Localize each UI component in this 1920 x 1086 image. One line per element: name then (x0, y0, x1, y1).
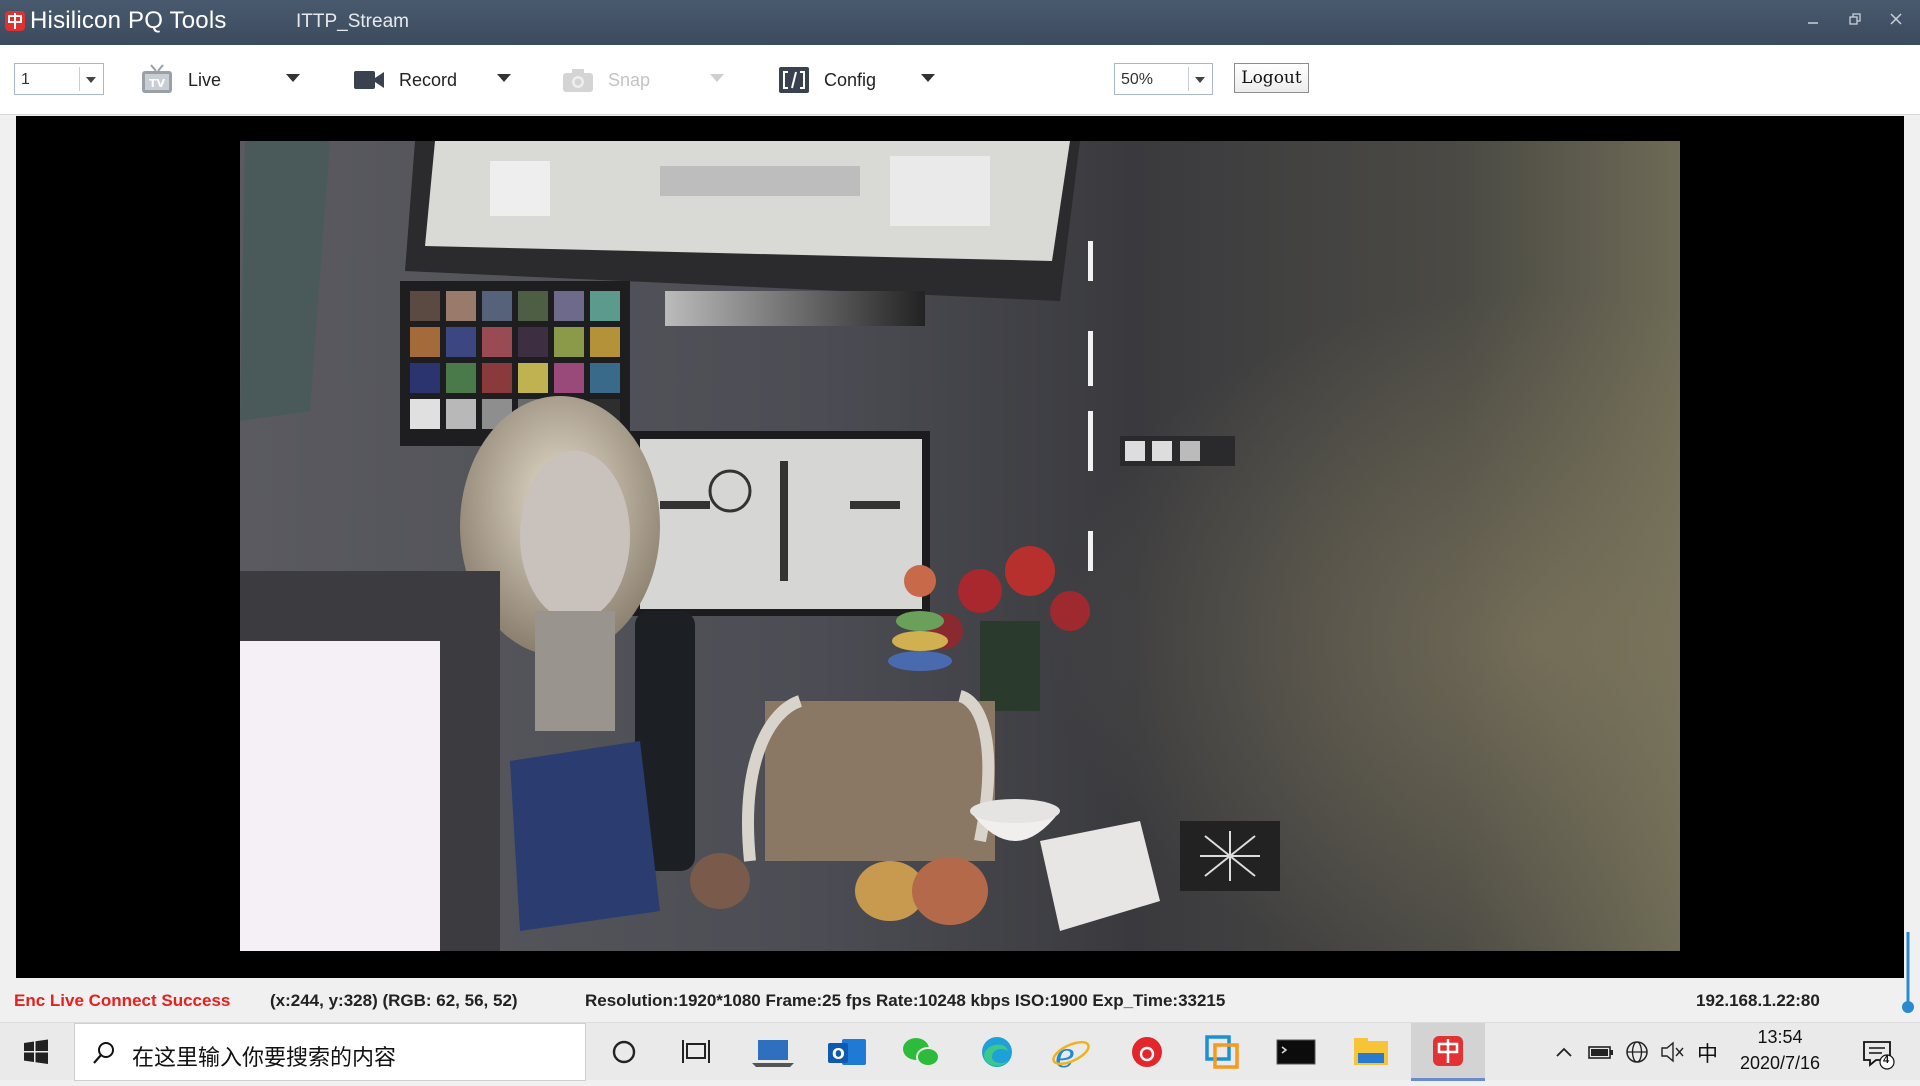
battery-icon[interactable] (1586, 1023, 1616, 1081)
terminal-icon[interactable] (1261, 1023, 1331, 1081)
netease-music-icon[interactable] (1112, 1023, 1182, 1081)
vmware-icon[interactable] (1187, 1023, 1257, 1081)
cortana-icon[interactable] (589, 1023, 659, 1081)
notification-count: 4 (1883, 1054, 1890, 1066)
action-center-icon[interactable]: 4 (1858, 1023, 1898, 1081)
channel-value: 1 (21, 71, 30, 88)
live-button[interactable]: TV Live (140, 60, 221, 100)
app-title: Hisilicon PQ Tools (30, 7, 227, 34)
file-explorer-icon[interactable] (1336, 1023, 1406, 1081)
taskbar: 在这里输入你要搜索的内容 O e 中 13:54 2020/7/16 4 (0, 1022, 1920, 1081)
camera-feed-image[interactable] (240, 141, 1680, 951)
windows-icon (24, 1039, 48, 1064)
outlook-icon[interactable]: O (812, 1023, 882, 1081)
title-bar: Hisilicon PQ Tools ITTP_Stream (0, 0, 1920, 45)
wechat-icon[interactable] (886, 1023, 956, 1081)
record-dropdown-icon[interactable] (497, 74, 511, 82)
config-button[interactable]: Config (778, 60, 876, 100)
svg-text:O: O (832, 1045, 845, 1063)
clock-date[interactable]: 2020/7/16 (1730, 1053, 1830, 1074)
volume-muted-icon[interactable] (1658, 1023, 1686, 1081)
siemens-star (1200, 831, 1260, 881)
video-camera-icon (354, 71, 384, 89)
config-dropdown-icon[interactable] (921, 74, 935, 82)
snap-button[interactable]: Snap (562, 60, 650, 100)
network-globe-icon[interactable] (1622, 1023, 1652, 1081)
clock-time[interactable]: 13:54 (1734, 1027, 1826, 1048)
svg-text:e: e (1055, 1036, 1075, 1076)
channel-select[interactable]: 1 (14, 63, 104, 95)
stream-title: ITTP_Stream (296, 11, 409, 32)
zoom-select[interactable]: 50% (1114, 63, 1213, 95)
record-label: Record (399, 69, 458, 90)
ie-icon[interactable]: e (1036, 1023, 1106, 1081)
toolbar: 1 TV Live Record Snap Config 50% (0, 45, 1920, 115)
chevron-down-icon[interactable] (79, 67, 101, 91)
stream-info: Resolution:1920*1080 Frame:25 fps Rate:1… (585, 991, 1226, 1010)
ime-indicator[interactable]: 中 (1697, 1038, 1718, 1068)
svg-text:TV: TV (149, 77, 166, 90)
status-bar: Enc Live Connect Success (x:244, y:328) … (0, 980, 1920, 1022)
minimize-icon[interactable] (1795, 8, 1831, 36)
config-label: Config (824, 69, 877, 90)
pc-icon[interactable] (738, 1023, 808, 1081)
task-view-icon[interactable] (661, 1023, 731, 1081)
search-icon (93, 1042, 114, 1064)
resize-handle[interactable] (1900, 930, 1916, 1016)
config-icon (779, 67, 809, 93)
snap-dropdown-icon (710, 74, 724, 82)
pixel-info: (x:244, y:328) (RGB: 62, 56, 52) (270, 991, 518, 1010)
live-dropdown-icon[interactable] (286, 74, 300, 82)
video-viewport[interactable] (16, 116, 1904, 978)
edge-icon[interactable] (962, 1023, 1032, 1081)
tv-icon: TV (142, 64, 172, 93)
snap-label: Snap (608, 69, 651, 90)
flowers (927, 546, 1090, 711)
start-button[interactable] (0, 1023, 72, 1081)
chevron-down-icon[interactable] (1188, 67, 1210, 91)
camera-icon (563, 69, 593, 92)
restore-icon[interactable] (1837, 8, 1873, 36)
logout-button[interactable]: Logout (1234, 63, 1309, 93)
zoom-value: 50% (1121, 71, 1154, 88)
pq-tools-icon[interactable] (1411, 1023, 1485, 1081)
connection-status: Enc Live Connect Success (14, 991, 231, 1010)
live-label: Live (188, 69, 222, 90)
device-address: 192.168.1.22:80 (1696, 991, 1820, 1010)
close-icon[interactable] (1878, 8, 1914, 36)
search-placeholder: 在这里输入你要搜索的内容 (132, 1045, 397, 1070)
app-logo-icon (5, 11, 25, 31)
chevron-up-icon[interactable] (1552, 1023, 1576, 1081)
scene-illustration (240, 141, 1280, 951)
taskbar-search[interactable]: 在这里输入你要搜索的内容 (74, 1023, 586, 1081)
record-button[interactable]: Record (353, 60, 457, 100)
